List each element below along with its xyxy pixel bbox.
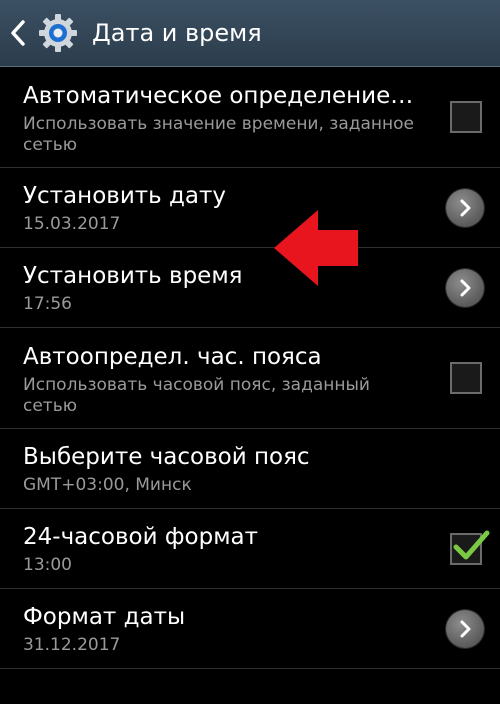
setting-row-timezone[interactable]: Выберите часовой пояс GMT+03:00, Минск: [0, 429, 500, 509]
action-bar: Дата и время: [0, 0, 500, 67]
setting-title: 24-часовой формат: [23, 524, 259, 550]
setting-row-24h-format[interactable]: 24-часовой формат 13:00: [0, 509, 500, 589]
auto-time-checkbox[interactable]: [450, 101, 482, 133]
setting-row-set-date[interactable]: Установить дату 15.03.2017: [0, 168, 500, 248]
setting-summary: Использовать значение времени, заданное …: [23, 114, 415, 155]
setting-summary: 13:00: [23, 555, 72, 575]
setting-title: Установить дату: [23, 183, 227, 209]
auto-timezone-checkbox[interactable]: [450, 362, 482, 394]
setting-title: Формат даты: [23, 604, 186, 630]
setting-row-auto-time[interactable]: Автоматическое определение… Использовать…: [0, 67, 500, 168]
setting-title: Выберите часовой пояс: [23, 444, 310, 470]
setting-summary: GMT+03:00, Минск: [23, 475, 192, 495]
setting-summary: 15.03.2017: [23, 214, 121, 234]
chevron-right-icon[interactable]: [446, 269, 484, 307]
setting-summary: Использовать часовой пояс, заданный сеть…: [23, 375, 370, 416]
chevron-right-icon[interactable]: [446, 189, 484, 227]
settings-gear-icon: [36, 11, 80, 55]
chevron-right-icon[interactable]: [446, 610, 484, 648]
format-24h-checkbox[interactable]: [450, 530, 490, 565]
setting-row-set-time[interactable]: Установить время 17:56: [0, 248, 500, 328]
setting-title: Автоопредел. час. пояса: [23, 344, 322, 370]
check-mark-icon: [453, 530, 490, 560]
setting-row-date-format[interactable]: Формат даты 31.12.2017: [0, 589, 500, 669]
setting-row-auto-timezone[interactable]: Автоопредел. час. пояса Использовать час…: [0, 328, 500, 429]
setting-summary: 17:56: [23, 294, 72, 314]
setting-summary: 31.12.2017: [23, 635, 121, 655]
settings-list: Автоматическое определение… Использовать…: [0, 67, 500, 669]
chevron-left-icon[interactable]: [4, 0, 32, 67]
page-title: Дата и время: [92, 19, 262, 47]
setting-title: Установить время: [23, 263, 243, 289]
annotation-arrow-icon: [272, 208, 360, 288]
setting-title: Автоматическое определение…: [23, 83, 414, 109]
